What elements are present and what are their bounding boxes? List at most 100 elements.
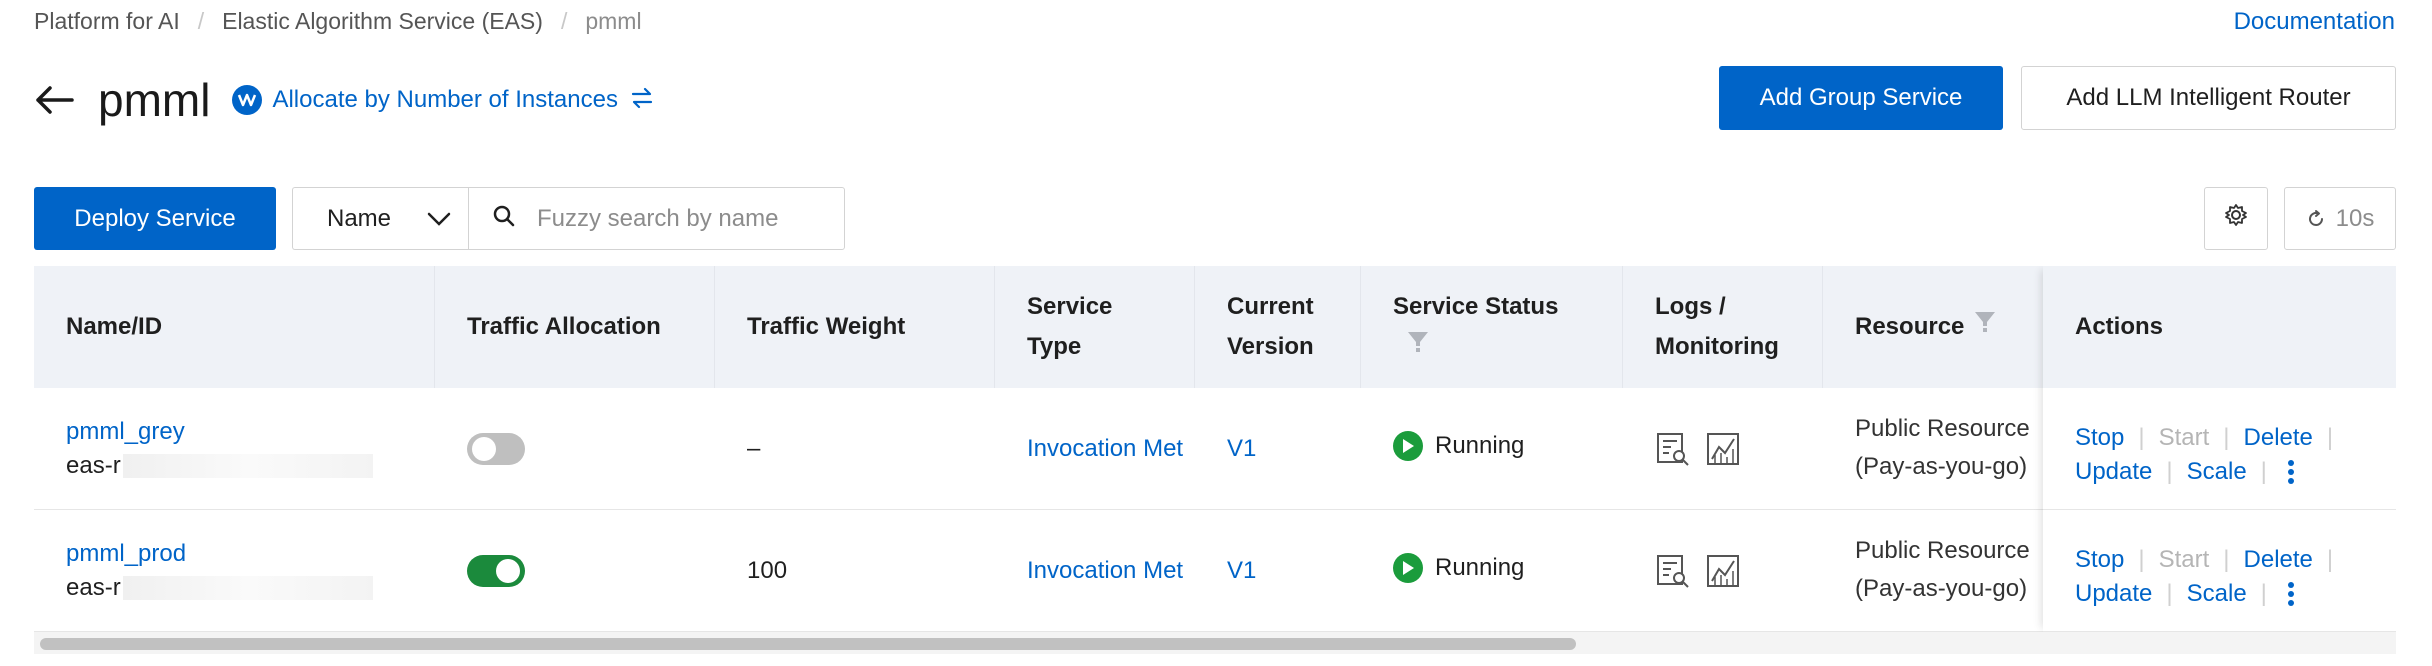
breadcrumb-separator: / [197, 8, 205, 34]
logs-monitoring-cell [1623, 510, 1823, 632]
traffic-toggle[interactable] [467, 555, 525, 587]
traffic-weight: – [747, 435, 761, 462]
filter-icon[interactable] [1407, 327, 1429, 367]
settings-button[interactable] [2204, 187, 2268, 250]
refresh-button[interactable]: 10s [2284, 187, 2396, 250]
status-cell: Running [1361, 388, 1623, 510]
more-options-icon[interactable] [2287, 581, 2295, 607]
table-header: Name/ID Traffic Allocation Traffic Weigh… [34, 266, 2396, 388]
stop-button[interactable]: Stop [2075, 424, 2124, 452]
search-input[interactable] [537, 204, 837, 233]
monitoring-icon[interactable] [1705, 431, 1741, 467]
start-button: Start [2158, 546, 2210, 573]
status-text: Running [1435, 432, 1525, 459]
horizontal-scrollbar[interactable] [34, 632, 2396, 654]
breadcrumb-separator: / [560, 8, 568, 34]
logs-monitoring-cell [1623, 388, 1823, 510]
more-options-icon[interactable] [2287, 459, 2295, 485]
logs-icon[interactable] [1655, 431, 1691, 467]
resource-billing: (Pay-as-you-go) [1855, 453, 2028, 480]
update-button[interactable]: Update [2075, 458, 2152, 486]
actions-cell: Stop | Start | Delete | Update | Scale | [2043, 510, 2396, 632]
breadcrumb-item-eas[interactable]: Elastic Algorithm Service (EAS) [222, 8, 543, 35]
swap-icon[interactable] [630, 85, 654, 116]
column-header-service-status: Service Status [1361, 266, 1623, 388]
traffic-toggle[interactable] [467, 433, 525, 465]
toggle-knob [496, 559, 520, 583]
service-type-link[interactable]: Invocation Met [1027, 557, 1183, 585]
toggle-knob [472, 437, 496, 461]
actions-column: Actions Stop | Start | Delete | Update |… [2043, 266, 2396, 632]
resource-billing: (Pay-as-you-go) [1855, 575, 2028, 602]
name-cell: pmml_grey eas-r [34, 388, 435, 510]
delete-button[interactable]: Delete [2244, 424, 2313, 452]
filter-field-value: Name [327, 204, 392, 232]
resource-cell: Public Resource (Pay-as-you-go) [1823, 388, 2043, 510]
resource-type: Public Resource [1855, 537, 2030, 564]
gear-icon [2224, 203, 2248, 234]
traffic-allocation-cell [435, 388, 715, 510]
page-title: pmml [98, 74, 211, 126]
breadcrumb-item-current: pmml [585, 8, 642, 34]
deploy-service-button[interactable]: Deploy Service [34, 187, 276, 250]
service-name-link[interactable]: pmml_prod [66, 540, 373, 568]
breadcrumb: Platform for AI / Elastic Algorithm Serv… [34, 8, 642, 35]
column-header-traffic-allocation: Traffic Allocation [435, 266, 715, 388]
breadcrumb-item-platform[interactable]: Platform for AI [34, 8, 180, 35]
scrollbar-thumb[interactable] [40, 638, 1576, 650]
refresh-icon [2306, 209, 2326, 229]
running-icon [1393, 553, 1423, 583]
service-id: eas-r [66, 574, 373, 602]
column-header-service-type: Service Type [995, 266, 1195, 388]
filter-field-select[interactable]: Name [292, 187, 468, 250]
chevron-down-icon [426, 208, 452, 237]
logs-icon[interactable] [1655, 553, 1691, 589]
status-cell: Running [1361, 510, 1623, 632]
filter-icon[interactable] [1974, 307, 1996, 347]
column-header-logs-monitoring: Logs / Monitoring [1623, 266, 1823, 388]
allocation-icon [232, 85, 263, 115]
column-header-resource: Resource [1823, 266, 2043, 388]
documentation-link[interactable]: Documentation [2234, 8, 2395, 36]
running-icon [1393, 431, 1423, 461]
scale-button[interactable]: Scale [2187, 580, 2247, 608]
actions-cell: Stop | Start | Delete | Update | Scale | [2043, 388, 2396, 510]
service-id: eas-r [66, 452, 373, 480]
start-button: Start [2158, 424, 2210, 451]
refresh-interval: 10s [2335, 204, 2375, 232]
status-text: Running [1435, 554, 1525, 581]
redacted-id [122, 454, 373, 478]
service-type-cell: Invocation Met [995, 388, 1195, 510]
version-link[interactable]: V1 [1227, 435, 1256, 463]
traffic-allocation-cell [435, 510, 715, 632]
resource-cell: Public Resource (Pay-as-you-go) [1823, 510, 2043, 632]
search-icon [493, 205, 515, 232]
redacted-id [122, 576, 373, 600]
monitoring-icon[interactable] [1705, 553, 1741, 589]
services-table: Name/ID Traffic Allocation Traffic Weigh… [34, 266, 2396, 632]
title-row: pmml Allocate by Number of Instances [34, 64, 654, 136]
table-row: pmml_prod eas-r 100 Invocation Met V1 Ru… [34, 510, 2396, 632]
column-header-current-version: Current Version [1195, 266, 1361, 388]
allocation-mode-link[interactable]: Allocate by Number of Instances [272, 86, 618, 114]
delete-button[interactable]: Delete [2244, 546, 2313, 574]
version-cell: V1 [1195, 510, 1361, 632]
stop-button[interactable]: Stop [2075, 546, 2124, 574]
add-llm-router-button[interactable]: Add LLM Intelligent Router [2021, 66, 2396, 130]
name-cell: pmml_prod eas-r [34, 510, 435, 632]
column-header-actions: Actions [2043, 266, 2396, 388]
version-cell: V1 [1195, 388, 1361, 510]
back-arrow-icon[interactable] [34, 78, 78, 122]
scale-button[interactable]: Scale [2187, 458, 2247, 486]
column-header-traffic-weight: Traffic Weight [715, 266, 995, 388]
column-header-name: Name/ID [34, 266, 435, 388]
table-row: pmml_grey eas-r – Invocation Met V1 Runn… [34, 388, 2396, 510]
traffic-weight: 100 [747, 557, 788, 584]
update-button[interactable]: Update [2075, 580, 2152, 608]
version-link[interactable]: V1 [1227, 557, 1256, 585]
service-type-link[interactable]: Invocation Met [1027, 435, 1183, 463]
resource-type: Public Resource [1855, 415, 2030, 442]
service-name-link[interactable]: pmml_grey [66, 418, 373, 446]
search-box [468, 187, 845, 250]
add-group-service-button[interactable]: Add Group Service [1719, 66, 2003, 130]
